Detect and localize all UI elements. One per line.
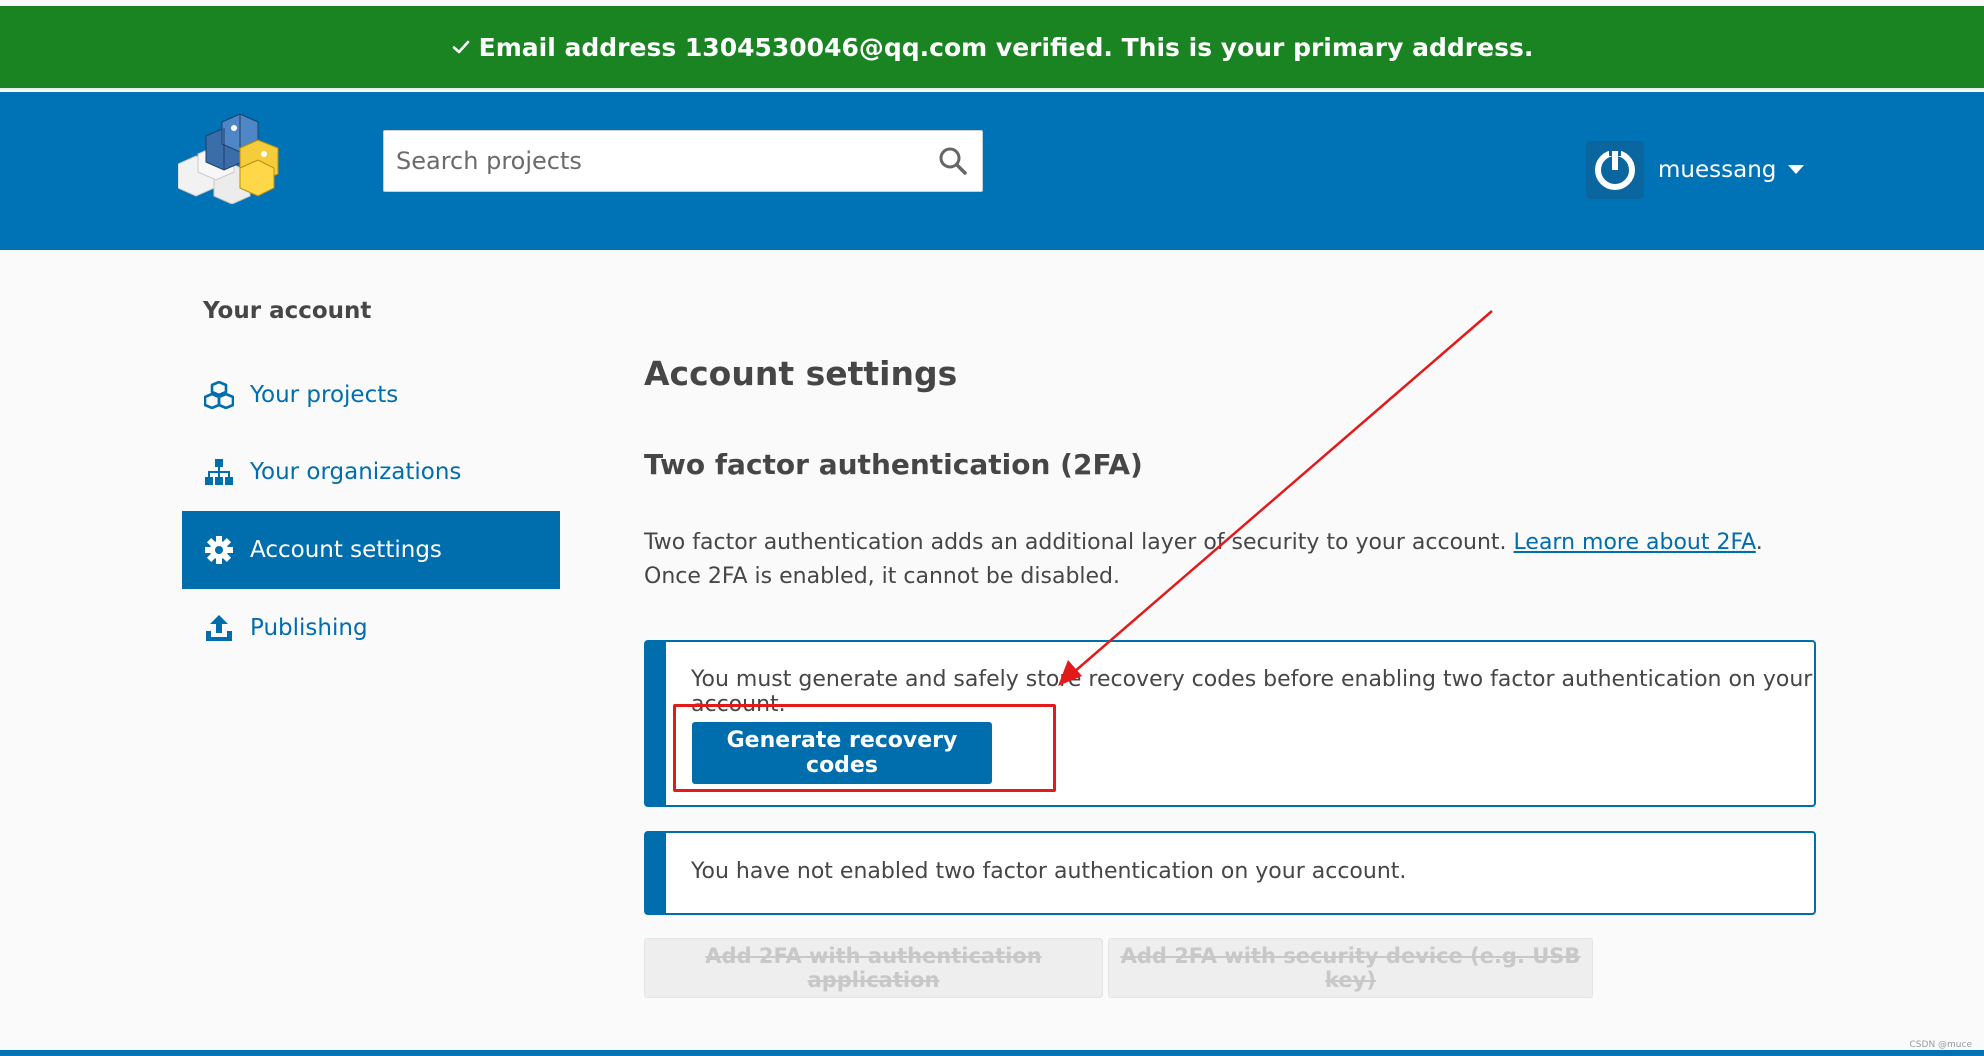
sidebar-item-label: Your projects	[250, 382, 399, 408]
annotation-highlight-box	[673, 704, 1056, 792]
avatar	[1586, 141, 1644, 199]
add-2fa-app-button[interactable]: Add 2FA with authentication application	[644, 938, 1103, 998]
sidebar-item-label: Account settings	[250, 537, 442, 563]
sidebar-item-label: Publishing	[250, 615, 368, 641]
caret-down-icon	[1788, 165, 1805, 175]
page-title: Account settings	[644, 354, 958, 393]
2fa-status-callout: You have not enabled two factor authenti…	[644, 831, 1816, 915]
gear-icon	[204, 535, 234, 565]
sidebar-item-account-settings[interactable]: Account settings	[182, 511, 560, 589]
search-icon[interactable]	[924, 131, 982, 191]
section-title: Two factor authentication (2FA)	[644, 448, 1143, 481]
flash-banner: Email address 1304530046@qq.com verified…	[0, 6, 1984, 90]
footer-bar	[0, 1050, 1984, 1056]
sidebar-item-label: Your organizations	[250, 459, 462, 485]
pypi-logo[interactable]	[177, 113, 282, 205]
add-2fa-security-device-button[interactable]: Add 2FA with security device (e.g. USB k…	[1108, 938, 1593, 998]
intro-text: Two factor authentication adds an additi…	[644, 530, 1514, 555]
flash-message: Email address 1304530046@qq.com verified…	[478, 32, 1534, 62]
search-input[interactable]	[384, 131, 924, 191]
intro-paragraph: Two factor authentication adds an additi…	[644, 526, 1804, 594]
sidebar-heading: Your account	[203, 298, 372, 324]
sitemap-icon	[204, 457, 234, 487]
link-text: Learn more about	[1513, 530, 1717, 555]
cubes-icon	[204, 380, 234, 410]
upload-icon	[204, 613, 234, 643]
search-box	[383, 130, 983, 192]
user-menu[interactable]: muessang	[1586, 138, 1805, 202]
abbr-2fa: 2FA	[1716, 530, 1756, 555]
username: muessang	[1658, 157, 1777, 183]
site-header: muessang	[0, 92, 1984, 250]
watermark: CSDN @muce	[1909, 1040, 1972, 1050]
sidebar-item-publishing[interactable]: Publishing	[182, 589, 560, 667]
sidebar-item-your-projects[interactable]: Your projects	[182, 356, 560, 434]
2fa-status-text: You have not enabled two factor authenti…	[691, 859, 1407, 884]
sidebar-item-your-organizations[interactable]: Your organizations	[182, 433, 560, 511]
learn-more-2fa-link[interactable]: Learn more about 2FA	[1514, 530, 1756, 555]
check-icon	[451, 37, 471, 57]
